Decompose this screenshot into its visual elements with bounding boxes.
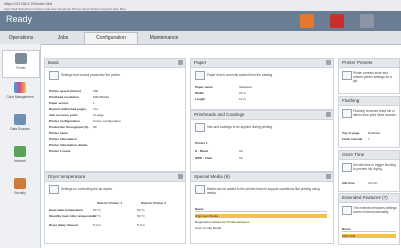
- column-header: Side for Printer 1: [97, 201, 122, 205]
- extended-features-panel: Extended Features (7) The extended featu…: [338, 193, 400, 245]
- setting-row[interactable]: Top of page Disabled: [342, 131, 380, 135]
- app-header: Ready: [0, 11, 401, 31]
- tab-jobs[interactable]: Jobs: [46, 33, 80, 44]
- expand-icon[interactable]: [178, 60, 183, 65]
- idle-time-panel: Ooze Time Set idle time to trigger flush…: [338, 150, 400, 192]
- setting-row[interactable]: Standby heat roller temperature50 °C 50 °…: [49, 214, 145, 218]
- panel-description: Flushing removes dried ink or debris fro…: [353, 109, 397, 117]
- sidebar-item-data-sources[interactable]: Data Sources: [2, 112, 38, 138]
- column-header: Name: [342, 227, 396, 232]
- app-title: Ready: [6, 14, 33, 24]
- setting-row[interactable]: Printer configuration Colour configuratio…: [49, 119, 121, 123]
- setting-row[interactable]: Printer information: [49, 137, 93, 141]
- sidebar-item-label: Printer: [16, 66, 26, 70]
- main-tabs: Operations Jobs Configuration Maintenanc…: [0, 31, 401, 45]
- column-header: Side for Printer 2: [141, 201, 166, 205]
- printer-icon: [15, 53, 27, 64]
- sidebar-item-color[interactable]: Color Management: [2, 80, 38, 106]
- clock-icon: [342, 163, 352, 172]
- tab-configuration[interactable]: Configuration: [84, 32, 138, 44]
- setting-row[interactable]: Heat roller temperature 90 °C 90 °C: [49, 208, 145, 212]
- sidebar-item-label: Data Sources: [10, 127, 30, 131]
- setting-row[interactable]: Jam recovery point At page: [49, 113, 104, 117]
- setting-row[interactable]: Reprint unfinished pages Yes: [49, 107, 98, 111]
- list-item[interactable]: Registration Media For Printheads/pens: [195, 220, 327, 224]
- panel-title: Dryer temperature: [48, 174, 86, 179]
- panel-description: Settings that control productive the pri…: [61, 73, 121, 77]
- address-bar[interactable]: https://192.168.0.100/index.html: [4, 2, 52, 6]
- list-item[interactable]: Alignment Media: [195, 214, 327, 218]
- list-item[interactable]: Scan Config Media: [195, 226, 327, 230]
- column-header: Name: [195, 207, 327, 212]
- thermometer-icon: [49, 185, 59, 194]
- group-label: Printer 1: [195, 141, 208, 145]
- database-icon: [14, 114, 26, 125]
- panel-description: Paper that is currently loaded from the …: [207, 73, 274, 77]
- setting-row[interactable]: Idle time 10 min: [342, 181, 377, 185]
- panel-description: Inks and coatings to be applied during p…: [207, 125, 273, 129]
- panel-title: Special Media (9): [194, 174, 230, 179]
- dryer-panel: Dryer temperature Settings for controlli…: [44, 172, 186, 244]
- setting-row[interactable]: Printer 1 name: [49, 149, 93, 153]
- panel-title: Paper: [194, 60, 207, 65]
- setting-row[interactable]: Production throughput (%) 80: [49, 125, 96, 129]
- media-icon: [195, 185, 205, 194]
- setting-row[interactable]: Paper name Standard: [195, 85, 252, 89]
- tab-operations[interactable]: Operations: [2, 33, 40, 44]
- preset-icon: [342, 71, 352, 80]
- sidebar-item-label: Security: [14, 191, 26, 195]
- paper-panel: Paper Paper that is currently loaded fro…: [190, 58, 334, 110]
- panel-title: Basic: [48, 60, 60, 65]
- lock-icon: [14, 178, 26, 189]
- panel-description: Printer presets store and restore printe…: [353, 71, 392, 83]
- setting-row[interactable]: Printer name: [49, 131, 93, 135]
- flush-icon: [342, 109, 352, 118]
- setting-row[interactable]: Printer speed (m/min) 180: [49, 89, 98, 93]
- color-icon: [14, 82, 26, 93]
- expand-icon[interactable]: [326, 174, 331, 179]
- sidebar-item-label: Network: [14, 159, 26, 163]
- setting-row[interactable]: Flush interval 7: [342, 137, 370, 141]
- panel-title: Printheads and Coatings: [194, 112, 245, 117]
- setting-row[interactable]: Width 21 in: [195, 91, 246, 95]
- printheads-panel: Printheads and Coatings Inks and coating…: [190, 110, 334, 172]
- setting-row[interactable]: Length 11 in: [195, 97, 245, 101]
- panel-description: The extended features settings control e…: [353, 206, 397, 214]
- panel-title: Extended Features (7): [342, 195, 388, 200]
- setting-row[interactable]: WPP - Clear On: [195, 156, 243, 160]
- sidebar-item-security[interactable]: Security: [2, 176, 38, 202]
- tab-maintenance[interactable]: Maintenance: [140, 33, 188, 44]
- panel-description: Settings for controlling the air dryers.: [61, 187, 113, 191]
- panel-title: Flushing: [342, 98, 360, 103]
- sidebar-item-label: Color Management: [6, 95, 34, 99]
- sidebar-item-printer[interactable]: Printer: [2, 50, 40, 78]
- feature-icon: [342, 206, 352, 215]
- setting-row[interactable]: Dryer delay timeout 5 min 5 min: [49, 223, 145, 227]
- stop-icon[interactable]: [330, 14, 344, 28]
- setting-row[interactable]: Paper sensor 1: [49, 101, 95, 105]
- printhead-icon: [195, 123, 205, 132]
- expand-icon[interactable]: [326, 112, 331, 117]
- setting-row[interactable]: K - Black On: [195, 149, 243, 153]
- network-icon: [14, 146, 26, 157]
- alert-icon[interactable]: [300, 14, 314, 28]
- paper-icon: [195, 71, 205, 80]
- setting-row[interactable]: Printhead resolution 600x600dpi: [49, 95, 109, 99]
- panel-title: Printer Presets: [342, 60, 373, 65]
- basic-panel: Basic Settings that control productive t…: [44, 58, 186, 172]
- special-media-panel: Special Media (9) Media can be added to …: [190, 172, 334, 244]
- flushing-panel: Flushing Flushing removes dried ink or d…: [338, 96, 400, 148]
- user-icon[interactable]: [360, 14, 374, 28]
- panel-title: Ooze Time: [342, 152, 365, 157]
- setting-row[interactable]: Printer information details: [49, 143, 93, 147]
- panel-description: Media can be added to the printed head t…: [207, 187, 320, 195]
- expand-icon[interactable]: [326, 60, 331, 65]
- expand-icon[interactable]: [178, 174, 183, 179]
- sidebar-item-network[interactable]: Network: [2, 144, 38, 170]
- presets-panel: Printer Presets Printer presets store an…: [338, 58, 400, 94]
- settings-icon: [49, 71, 59, 80]
- panel-description: Set idle time to trigger flushing to pre…: [353, 163, 396, 171]
- sidebar: Printer Color Management Data Sources Ne…: [0, 44, 41, 248]
- list-item[interactable]: MFPUSB: [342, 234, 396, 238]
